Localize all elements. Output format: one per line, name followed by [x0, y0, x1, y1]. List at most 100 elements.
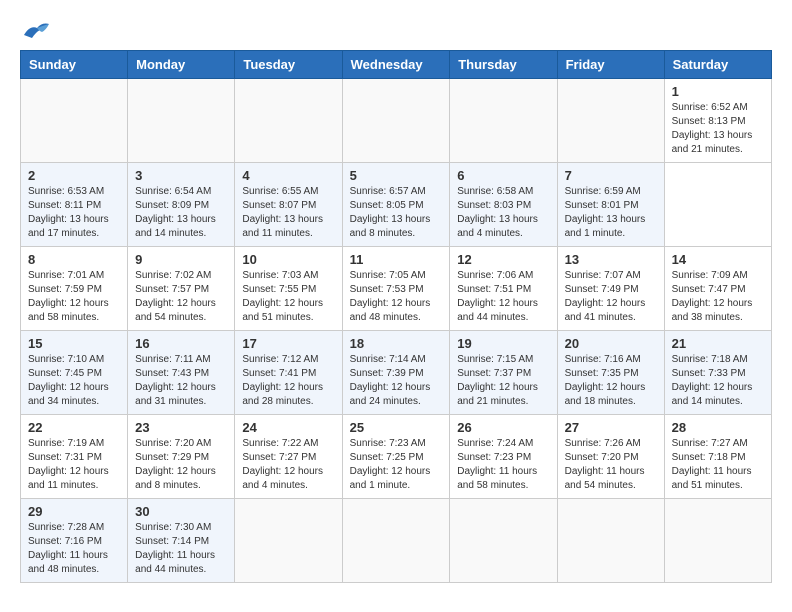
day-number: 25 [350, 420, 443, 435]
calendar-cell [557, 499, 664, 583]
calendar-cell [128, 79, 235, 163]
day-info: Sunrise: 7:03 AMSunset: 7:55 PMDaylight:… [242, 269, 334, 325]
day-number: 18 [350, 336, 443, 351]
calendar-cell: 6 Sunrise: 6:58 AMSunset: 8:03 PMDaylight… [450, 163, 557, 247]
calendar-cell: 2Sunrise: 6:53 AMSunset: 8:11 PMDaylight… [21, 163, 128, 247]
day-info: Sunrise: 7:18 AMSunset: 7:33 PMDaylight:… [672, 353, 764, 409]
day-number: 19 [457, 336, 549, 351]
day-number: 29 [28, 504, 120, 519]
day-info: Sunrise: 7:20 AMSunset: 7:29 PMDaylight:… [135, 437, 227, 493]
calendar-table: SundayMondayTuesdayWednesdayThursdayFrid… [20, 50, 772, 583]
calendar-week-row: 15 Sunrise: 7:10 AMSunset: 7:45 PMDayligh… [21, 331, 772, 415]
calendar-cell: 28 Sunrise: 7:27 AMSunset: 7:18 PMDayligh… [664, 415, 771, 499]
calendar-header-tuesday: Tuesday [235, 51, 342, 79]
day-info: Sunrise: 7:06 AMSunset: 7:51 PMDaylight:… [457, 269, 549, 325]
day-number: 14 [672, 252, 764, 267]
calendar-cell [450, 499, 557, 583]
page-header [20, 20, 772, 40]
day-number: 4 [242, 168, 334, 183]
calendar-cell: 5Sunrise: 6:57 AMSunset: 8:05 PMDaylight… [342, 163, 450, 247]
calendar-week-row: 1Sunrise: 6:52 AMSunset: 8:13 PMDaylight… [21, 79, 772, 163]
calendar-cell: 22 Sunrise: 7:19 AMSunset: 7:31 PMDayligh… [21, 415, 128, 499]
day-number: 27 [565, 420, 657, 435]
day-number: 22 [28, 420, 120, 435]
calendar-cell: 16 Sunrise: 7:11 AMSunset: 7:43 PMDayligh… [128, 331, 235, 415]
day-number: 3 [135, 168, 227, 183]
calendar-cell: 13Sunrise: 7:07 AMSunset: 7:49 PMDayligh… [557, 247, 664, 331]
calendar-cell: 24Sunrise: 7:22 AMSunset: 7:27 PMDayligh… [235, 415, 342, 499]
calendar-cell: 14 Sunrise: 7:09 AMSunset: 7:47 PMDayligh… [664, 247, 771, 331]
day-info: Sunrise: 7:23 AMSunset: 7:25 PMDaylight:… [350, 437, 443, 493]
calendar-header-wednesday: Wednesday [342, 51, 450, 79]
calendar-header-thursday: Thursday [450, 51, 557, 79]
calendar-cell: 19 Sunrise: 7:15 AMSunset: 7:37 PMDayligh… [450, 331, 557, 415]
day-info: Sunrise: 6:54 AMSunset: 8:09 PMDaylight:… [135, 185, 227, 241]
day-number: 30 [135, 504, 227, 519]
calendar-cell: 10 Sunrise: 7:03 AMSunset: 7:55 PMDayligh… [235, 247, 342, 331]
calendar-cell: 21 Sunrise: 7:18 AMSunset: 7:33 PMDayligh… [664, 331, 771, 415]
calendar-header-row: SundayMondayTuesdayWednesdayThursdayFrid… [21, 51, 772, 79]
day-number: 9 [135, 252, 227, 267]
day-number: 28 [672, 420, 764, 435]
calendar-cell: 27 Sunrise: 7:26 AMSunset: 7:20 PMDayligh… [557, 415, 664, 499]
calendar-header-friday: Friday [557, 51, 664, 79]
day-info: Sunrise: 7:30 AMSunset: 7:14 PMDaylight:… [135, 521, 227, 577]
day-info: Sunrise: 7:19 AMSunset: 7:31 PMDaylight:… [28, 437, 120, 493]
calendar-cell [450, 79, 557, 163]
day-number: 8 [28, 252, 120, 267]
calendar-cell [235, 499, 342, 583]
day-info: Sunrise: 7:15 AMSunset: 7:37 PMDaylight:… [457, 353, 549, 409]
calendar-cell: 12Sunrise: 7:06 AMSunset: 7:51 PMDayligh… [450, 247, 557, 331]
calendar-cell: 20Sunrise: 7:16 AMSunset: 7:35 PMDayligh… [557, 331, 664, 415]
day-number: 6 [457, 168, 549, 183]
calendar-cell: 18 Sunrise: 7:14 AMSunset: 7:39 PMDayligh… [342, 331, 450, 415]
day-number: 15 [28, 336, 120, 351]
day-info: Sunrise: 7:14 AMSunset: 7:39 PMDaylight:… [350, 353, 443, 409]
day-info: Sunrise: 6:59 AMSunset: 8:01 PMDaylight:… [565, 185, 657, 241]
day-info: Sunrise: 7:09 AMSunset: 7:47 PMDaylight:… [672, 269, 764, 325]
calendar-cell: 15 Sunrise: 7:10 AMSunset: 7:45 PMDayligh… [21, 331, 128, 415]
calendar-cell: 23 Sunrise: 7:20 AMSunset: 7:29 PMDayligh… [128, 415, 235, 499]
day-number: 17 [242, 336, 334, 351]
calendar-cell: 1Sunrise: 6:52 AMSunset: 8:13 PMDaylight… [664, 79, 771, 163]
calendar-cell: 4 Sunrise: 6:55 AMSunset: 8:07 PMDaylight… [235, 163, 342, 247]
calendar-week-row: 8Sunrise: 7:01 AMSunset: 7:59 PMDaylight… [21, 247, 772, 331]
logo-bird-icon [22, 20, 50, 40]
day-number: 21 [672, 336, 764, 351]
day-info: Sunrise: 6:58 AMSunset: 8:03 PMDaylight:… [457, 185, 549, 241]
calendar-cell: 9 Sunrise: 7:02 AMSunset: 7:57 PMDaylight… [128, 247, 235, 331]
calendar-cell: 17Sunrise: 7:12 AMSunset: 7:41 PMDayligh… [235, 331, 342, 415]
calendar-cell [342, 499, 450, 583]
day-number: 13 [565, 252, 657, 267]
day-info: Sunrise: 7:27 AMSunset: 7:18 PMDaylight:… [672, 437, 764, 493]
day-number: 24 [242, 420, 334, 435]
day-info: Sunrise: 6:55 AMSunset: 8:07 PMDaylight:… [242, 185, 334, 241]
day-number: 5 [350, 168, 443, 183]
day-info: Sunrise: 7:02 AMSunset: 7:57 PMDaylight:… [135, 269, 227, 325]
day-info: Sunrise: 7:28 AMSunset: 7:16 PMDaylight:… [28, 521, 120, 577]
day-number: 10 [242, 252, 334, 267]
day-info: Sunrise: 7:11 AMSunset: 7:43 PMDaylight:… [135, 353, 227, 409]
day-number: 26 [457, 420, 549, 435]
day-info: Sunrise: 7:24 AMSunset: 7:23 PMDaylight:… [457, 437, 549, 493]
calendar-cell [664, 499, 771, 583]
day-info: Sunrise: 7:26 AMSunset: 7:20 PMDaylight:… [565, 437, 657, 493]
day-number: 11 [350, 252, 443, 267]
day-number: 2 [28, 168, 120, 183]
day-info: Sunrise: 7:10 AMSunset: 7:45 PMDaylight:… [28, 353, 120, 409]
calendar-cell: 30 Sunrise: 7:30 AMSunset: 7:14 PMDayligh… [128, 499, 235, 583]
calendar-cell [21, 79, 128, 163]
calendar-cell: 8Sunrise: 7:01 AMSunset: 7:59 PMDaylight… [21, 247, 128, 331]
calendar-header-monday: Monday [128, 51, 235, 79]
calendar-cell: 29 Sunrise: 7:28 AMSunset: 7:16 PMDayligh… [21, 499, 128, 583]
calendar-week-row: 29 Sunrise: 7:28 AMSunset: 7:16 PMDayligh… [21, 499, 772, 583]
calendar-cell: 7Sunrise: 6:59 AMSunset: 8:01 PMDaylight… [557, 163, 664, 247]
day-number: 1 [672, 84, 764, 99]
day-number: 16 [135, 336, 227, 351]
calendar-cell: 25 Sunrise: 7:23 AMSunset: 7:25 PMDayligh… [342, 415, 450, 499]
day-info: Sunrise: 7:05 AMSunset: 7:53 PMDaylight:… [350, 269, 443, 325]
day-info: Sunrise: 7:16 AMSunset: 7:35 PMDaylight:… [565, 353, 657, 409]
day-number: 23 [135, 420, 227, 435]
calendar-cell: 26 Sunrise: 7:24 AMSunset: 7:23 PMDayligh… [450, 415, 557, 499]
calendar-cell [235, 79, 342, 163]
